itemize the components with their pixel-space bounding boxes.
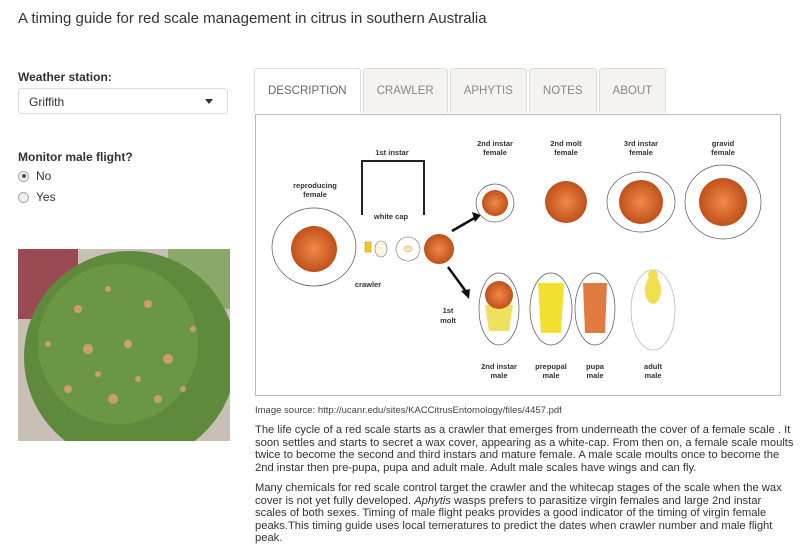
description-paragraph-1: The life cycle of a red scale starts as …: [255, 424, 794, 474]
weather-station-label: Weather station:: [18, 70, 112, 84]
tab-notes[interactable]: NOTES: [528, 68, 597, 113]
label-2nd-molt-female: 2nd molt: [550, 139, 582, 148]
label-female: female: [711, 148, 735, 157]
weather-station-select[interactable]: Griffith: [18, 88, 228, 114]
tab-aphytis[interactable]: APHYTIS: [449, 68, 527, 113]
label-first-instar: 1st instar: [375, 148, 408, 157]
selected-station: Griffith: [29, 95, 65, 109]
label-crawler: crawler: [355, 280, 381, 289]
radio-checked-icon: [18, 170, 29, 182]
label-2nd-instar-male: 2nd instar: [481, 362, 517, 371]
label-female: female: [303, 190, 327, 199]
description-paragraph-2: Many chemicals for red scale control tar…: [255, 482, 795, 545]
label-3rd-instar-female: 3rd instar: [624, 139, 658, 148]
label-male: male: [490, 371, 507, 380]
image-source: Image source: http://ucanr.edu/sites/KAC…: [255, 405, 562, 416]
tab-bar: DESCRIPTION CRAWLER APHYTIS NOTES ABOUT: [254, 68, 668, 113]
radio-no-label: No: [36, 169, 52, 183]
tab-description[interactable]: DESCRIPTION: [254, 68, 361, 113]
radio-no[interactable]: No: [18, 169, 51, 183]
label-male: male: [542, 371, 559, 380]
tab-crawler[interactable]: CRAWLER: [362, 68, 448, 113]
label-female: female: [483, 148, 507, 157]
radio-yes[interactable]: Yes: [18, 190, 56, 204]
label-pupa-male: pupa: [586, 362, 605, 371]
aphytis-italic: Aphytis: [414, 494, 451, 507]
label-adult-male: adult: [644, 362, 662, 371]
label-prepupal-male: prepupal: [535, 362, 567, 371]
citrus-red-scale-photo: [18, 249, 230, 441]
label-male: male: [586, 371, 603, 380]
label-1st: 1st: [443, 306, 454, 315]
label-male: male: [644, 371, 661, 380]
label-female: female: [629, 148, 653, 157]
scale-icon: [291, 226, 337, 272]
radio-unchecked-icon: [18, 191, 29, 203]
radio-yes-label: Yes: [36, 190, 56, 204]
label-2nd-instar-female: 2nd instar: [477, 139, 513, 148]
page-title: A timing guide for red scale management …: [18, 10, 487, 27]
tab-about[interactable]: ABOUT: [598, 68, 667, 113]
monitor-flight-label: Monitor male flight?: [18, 150, 133, 164]
label-reproducing: reproducing: [293, 181, 337, 190]
label-molt: molt: [440, 316, 456, 325]
label-white-cap: white cap: [373, 212, 409, 221]
label-female: female: [554, 148, 578, 157]
chevron-down-icon: [205, 99, 213, 104]
label-gravid-female: gravid: [712, 139, 735, 148]
life-cycle-diagram: reproducing female 1st instar white cap …: [255, 114, 781, 396]
